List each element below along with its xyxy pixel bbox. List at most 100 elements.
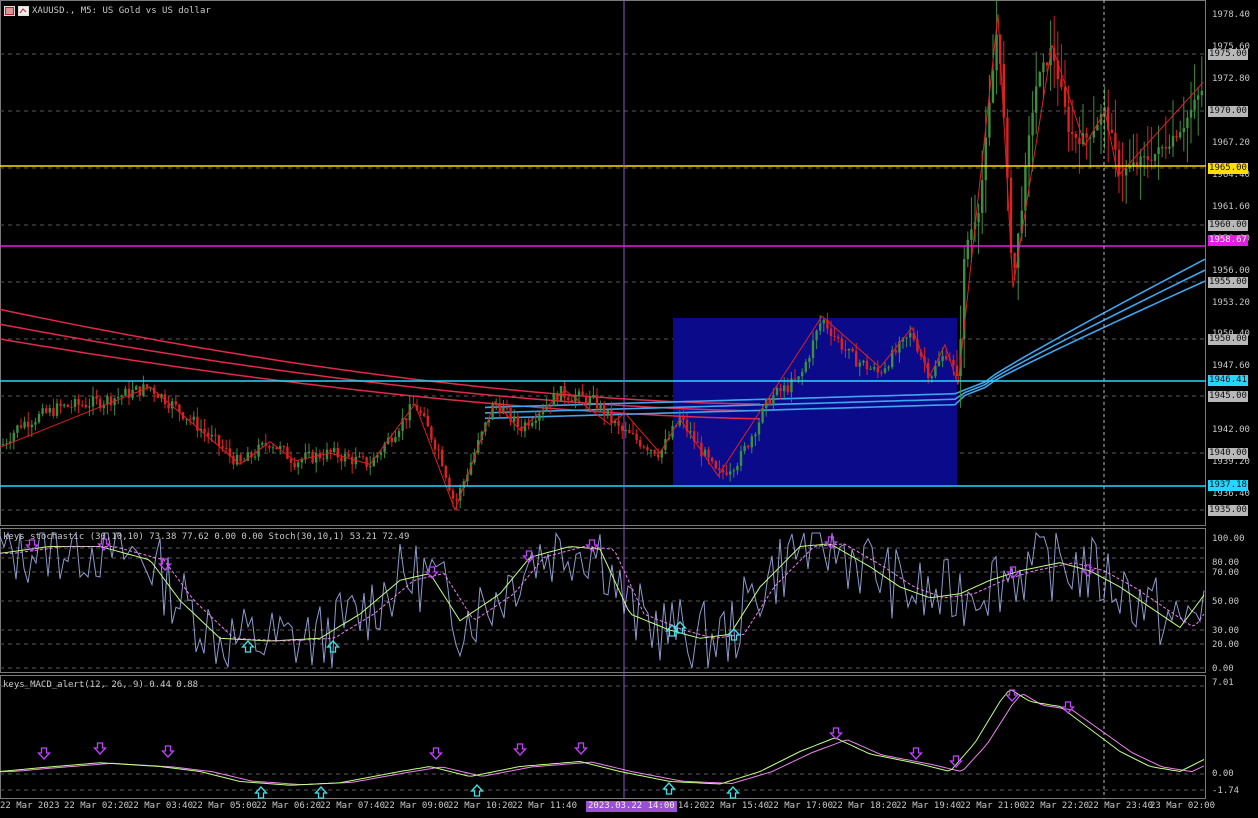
candle-body — [707, 449, 710, 458]
price-level-tag[interactable]: 1950.00 — [1208, 334, 1248, 345]
candle-body — [739, 451, 743, 466]
candle-body — [844, 349, 847, 351]
candle-body — [397, 431, 401, 438]
time-label: 22 Mar 02:20 — [64, 801, 130, 811]
buy-arrow-icon — [662, 782, 676, 795]
candle-body — [203, 428, 206, 433]
time-cursor-label: 2023.03.22 14:00 — [586, 801, 677, 812]
candle-body — [549, 405, 552, 407]
time-label: 22 Mar 17:00 — [768, 801, 834, 811]
candle-body — [30, 424, 33, 428]
price-level-tag[interactable]: 1965.00 — [1208, 163, 1248, 174]
candle-body — [37, 414, 41, 423]
candle-body — [365, 457, 368, 467]
price-level-tag[interactable]: 1940.00 — [1208, 448, 1248, 459]
candle-body — [286, 446, 289, 459]
stoch-tick-label: 20.00 — [1212, 640, 1240, 650]
candle-body — [1200, 90, 1203, 96]
candle-body — [109, 396, 113, 406]
candle-body — [253, 456, 257, 458]
candle-body — [1071, 131, 1074, 134]
candle-body — [1189, 109, 1193, 118]
price-tick-label: 1953.20 — [1212, 297, 1250, 308]
chart-canvas[interactable] — [0, 0, 1258, 818]
candle-body — [747, 445, 750, 448]
macd-signal-line — [0, 693, 1205, 786]
candle-body — [894, 350, 897, 353]
time-label: 22 Mar 09:00 — [384, 801, 450, 811]
candle-body — [718, 468, 721, 470]
candle-body — [1143, 156, 1146, 158]
candle-body — [293, 462, 296, 468]
time-label: 22 Mar 18:20 — [832, 801, 898, 811]
candle-body — [855, 351, 858, 367]
price-level-tag[interactable]: 1970.00 — [1208, 106, 1248, 117]
candle-body — [77, 399, 80, 405]
candle-body — [538, 414, 541, 421]
candle-body — [786, 385, 789, 393]
time-label: 22 Mar 07:40 — [320, 801, 386, 811]
candle-body — [268, 445, 271, 448]
candle-body — [592, 394, 595, 397]
candle-body — [45, 408, 48, 413]
candle-body — [189, 418, 192, 420]
candle-body — [48, 408, 51, 413]
macd-lines — [0, 689, 1205, 786]
candle-body — [34, 422, 37, 425]
candle-body — [369, 466, 372, 468]
price-level-tag[interactable]: 1955.00 — [1208, 277, 1248, 288]
candle-body — [581, 391, 584, 397]
sell-arrow-icon — [574, 742, 588, 755]
candle-body — [567, 397, 570, 400]
price-level-tag[interactable]: 1935.00 — [1208, 505, 1248, 516]
candle-body — [808, 358, 811, 363]
candle-body — [873, 367, 876, 369]
candle-body — [120, 395, 123, 397]
chart-window-icon[interactable] — [4, 6, 15, 16]
candle-body — [347, 453, 350, 457]
range-rectangle[interactable] — [673, 318, 957, 485]
candle-body — [81, 404, 84, 406]
price-tick-label: 1972.80 — [1212, 74, 1250, 85]
candle-body — [757, 422, 761, 435]
candle-body — [1085, 133, 1088, 138]
candle-body — [1153, 153, 1157, 161]
candle-body — [437, 449, 440, 451]
candle-body — [1146, 156, 1149, 160]
sell-arrow-icon — [37, 747, 51, 760]
candle-body — [117, 396, 120, 399]
chart-type-icon[interactable] — [18, 6, 29, 16]
price-level-tag[interactable]: 1975.00 — [1208, 49, 1248, 60]
candle-body — [869, 368, 872, 370]
time-label: 23 Mar 02:00 — [1150, 801, 1216, 811]
price-tick-label: 1956.00 — [1212, 265, 1250, 276]
price-tick-label: 1967.20 — [1212, 137, 1250, 148]
candle-body — [880, 372, 883, 374]
candle-body — [779, 388, 782, 392]
candle-body — [333, 447, 336, 453]
candle-body — [883, 368, 887, 373]
candle-body — [430, 426, 433, 440]
candle-body — [84, 404, 87, 408]
candle-body — [966, 239, 969, 260]
candle-body — [214, 434, 217, 436]
price-level-tag[interactable]: 1937.18 — [1208, 480, 1248, 492]
candle-body — [642, 446, 645, 448]
price-tick-label: 1978.40 — [1212, 10, 1250, 21]
price-tick-label: 1942.00 — [1212, 425, 1250, 436]
candle-body — [1168, 146, 1171, 149]
price-level-tag[interactable]: 1960.00 — [1208, 220, 1248, 231]
stoch-tick-label: 30.00 — [1212, 626, 1240, 636]
price-level-tag[interactable]: 1946.41 — [1208, 374, 1248, 386]
price-level-tag[interactable]: 1945.00 — [1208, 391, 1248, 402]
sell-arrow-icon — [1061, 701, 1075, 714]
candle-body — [1042, 62, 1045, 73]
candle-body — [772, 395, 775, 405]
candle-body — [127, 388, 131, 398]
price-level-tag[interactable]: 1958.67 — [1208, 235, 1248, 247]
candle-body — [639, 440, 642, 447]
macd-tick-label: -1.74 — [1212, 786, 1240, 796]
candle-body — [981, 180, 984, 214]
candle-body — [937, 360, 941, 366]
candle-body — [1186, 117, 1189, 129]
